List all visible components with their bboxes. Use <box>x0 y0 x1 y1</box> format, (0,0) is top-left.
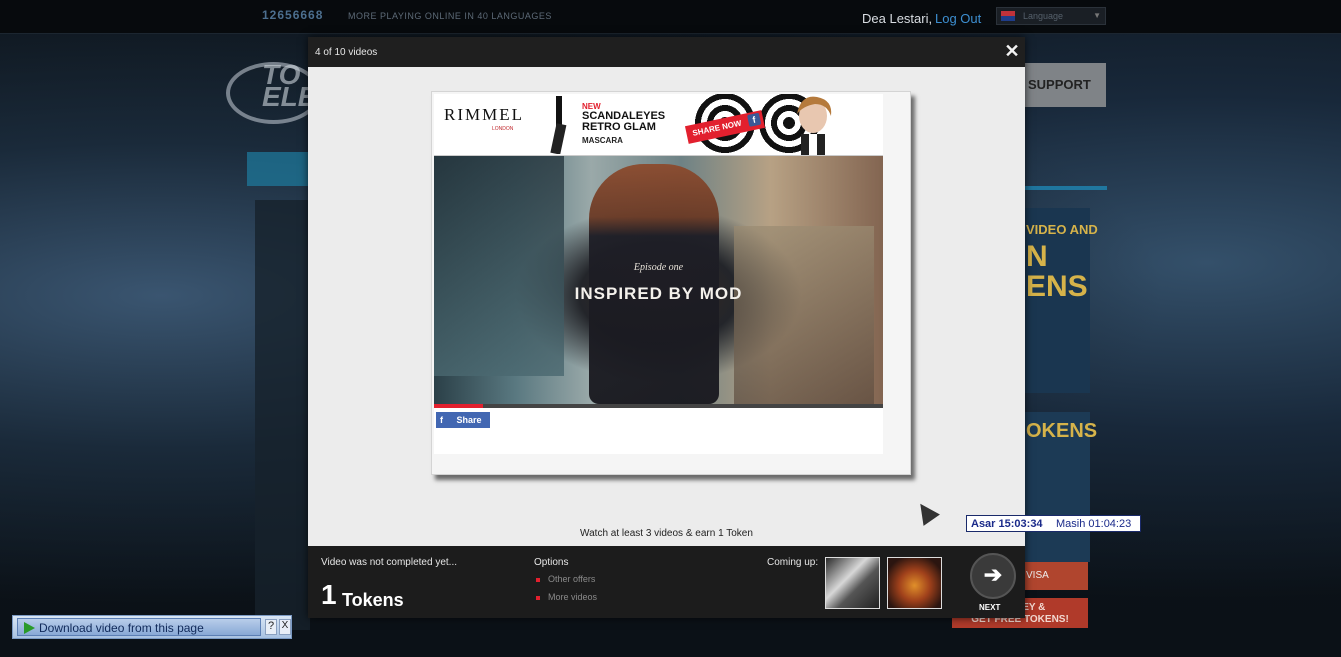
ad-brand-sub: LONDON <box>492 126 514 132</box>
watch-message: Watch at least 3 videos & earn 1 Token <box>580 528 753 539</box>
ad-brand: RIMMEL <box>444 105 524 124</box>
facebook-icon: f <box>440 415 443 425</box>
options-title: Options <box>534 557 569 568</box>
download-video-button[interactable]: Download video from this page <box>17 618 261 636</box>
user-name: Dea Lestari, <box>862 11 933 26</box>
prayer-time-widget: Asar 15:03:34 Masih 01:04:23 <box>966 515 1141 532</box>
video-card: RIMMEL LONDON NEW SCANDALEYES RETRO GLAM… <box>431 91 911 475</box>
video-player[interactable]: RIMMEL LONDON NEW SCANDALEYES RETRO GLAM… <box>434 94 883 454</box>
option-other-offers[interactable]: Other offers <box>536 574 595 584</box>
nav-strip <box>1024 186 1107 190</box>
facebook-share-button[interactable]: f Share <box>436 412 490 428</box>
video-progress-bar[interactable] <box>434 404 883 408</box>
top-bar: 12656668 MORE PLAYING ONLINE IN 40 LANGU… <box>0 0 1341 34</box>
model-portrait <box>797 96 832 155</box>
option-label: More videos <box>548 592 598 602</box>
tokens-count: 1 <box>321 579 337 610</box>
tokens-banner-text: OKENS <box>1026 420 1098 442</box>
mascara-icon <box>550 96 567 154</box>
tokens-label: Tokens <box>342 590 404 610</box>
support-button[interactable]: SUPPORT <box>1024 63 1106 107</box>
language-label: Language <box>1023 11 1064 21</box>
video-title: INSPIRED BY MOD <box>574 284 743 303</box>
side-panel <box>255 200 310 630</box>
facebook-icon: f <box>747 112 762 127</box>
ad-headline-2: RETRO GLAM <box>582 121 656 133</box>
next-button[interactable]: ➔ <box>970 553 1016 599</box>
close-icon[interactable]: ✕ <box>1003 42 1021 60</box>
close-button[interactable]: X <box>279 619 291 635</box>
coming-up-title: Coming up: <box>767 557 819 568</box>
video-counter: 4 of 10 videos <box>315 47 378 58</box>
chevron-down-icon: ▼ <box>1093 11 1101 20</box>
coming-up-thumbnail[interactable] <box>887 557 942 609</box>
video-frame[interactable]: Episode one INSPIRED BY MOD <box>434 156 883 408</box>
promo-big-text: N ENS <box>1026 240 1088 303</box>
ad-banner[interactable]: RIMMEL LONDON NEW SCANDALEYES RETRO GLAM… <box>434 94 883 156</box>
facebook-share-label: Share <box>456 415 482 425</box>
players-count: 12656668 <box>262 8 324 22</box>
next-label: NEXT <box>979 603 1001 612</box>
completion-status: Video was not completed yet... <box>321 557 458 568</box>
bullet-icon <box>536 577 540 582</box>
video-scene-shelf <box>734 226 874 406</box>
bullet-icon <box>536 595 540 600</box>
download-label: Download video from this page <box>39 621 204 635</box>
option-more-videos[interactable]: More videos <box>536 592 597 602</box>
language-select[interactable]: Language ▼ <box>996 7 1106 25</box>
play-icon <box>24 622 35 634</box>
nav-tab-play[interactable] <box>247 152 312 186</box>
help-button[interactable]: ? <box>265 619 277 635</box>
video-offer-modal: 4 of 10 videos ✕ RIMMEL LONDON NEW SCAND… <box>308 37 1025 618</box>
flag-icon <box>1001 11 1015 21</box>
episode-label: Episode one <box>633 262 684 273</box>
promo-text: VIDEO AND <box>1026 222 1098 237</box>
download-toolbar: Download video from this page ? X <box>12 615 292 639</box>
coming-up-thumbnail[interactable] <box>825 557 880 609</box>
modal-footer: Video was not completed yet... 1 Tokens … <box>308 546 1025 618</box>
option-label: Other offers <box>548 574 596 584</box>
clock-right: Masih 01:04:23 <box>1056 518 1132 530</box>
players-text: MORE PLAYING ONLINE IN 40 LANGUAGES <box>348 11 552 21</box>
clock-left: Asar 15:03:34 <box>971 518 1043 530</box>
modal-header: 4 of 10 videos ✕ <box>308 37 1025 67</box>
ad-headline-3: MASCARA <box>582 136 623 145</box>
payment-banner[interactable]: VISA <box>1024 562 1088 590</box>
video-progress-fill <box>434 404 484 408</box>
logout-link[interactable]: Log Out <box>935 11 981 26</box>
